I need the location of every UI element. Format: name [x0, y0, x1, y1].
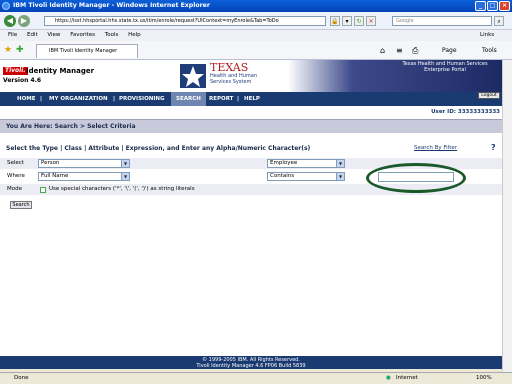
- search-by-filter-link[interactable]: Search By Filter: [414, 145, 457, 151]
- browser-tab[interactable]: IBM Tivoli Identity Manager: [36, 44, 138, 58]
- user-id: User ID: 33333333333: [431, 109, 500, 115]
- page-footer: © 1999-2005 IBM. All Rights Reserved. Ti…: [0, 356, 502, 369]
- chevron-down-icon[interactable]: ▼: [336, 160, 344, 167]
- nav-report[interactable]: REPORT: [204, 92, 238, 106]
- attribute-select[interactable]: Full Name ▼: [38, 172, 130, 181]
- highlight-oval: [366, 163, 466, 193]
- nav-provisioning[interactable]: PROVISIONING: [114, 92, 170, 106]
- menu-file[interactable]: File: [8, 32, 17, 38]
- build-info: Tivoli Identity Manager 4.6 FP06 Build 5…: [196, 363, 306, 369]
- search-icon[interactable]: ⌕: [494, 16, 504, 26]
- chevron-down-icon[interactable]: ▼: [121, 160, 129, 167]
- menu-tools[interactable]: Tools: [105, 32, 119, 38]
- refresh-icon[interactable]: ↻: [354, 16, 364, 26]
- dropdown-icon[interactable]: ▾: [342, 16, 352, 26]
- add-favorite-icon[interactable]: ✚: [16, 45, 24, 55]
- type-select[interactable]: Person ▼: [38, 159, 130, 168]
- nav-my-organization[interactable]: MY ORGANIZATION: [44, 92, 113, 106]
- type-value: Person: [41, 160, 60, 166]
- window-titlebar: IBM Tivoli Identity Manager - Windows In…: [0, 0, 512, 12]
- agency-line3: Services System: [210, 79, 252, 85]
- class-select[interactable]: Employee ▼: [267, 159, 345, 168]
- favorites-star-icon[interactable]: ★: [4, 45, 12, 55]
- agency-line1: TEXAS: [210, 61, 249, 74]
- expression-select[interactable]: Contains ▼: [267, 172, 345, 181]
- search-button[interactable]: Search: [10, 201, 32, 209]
- product-version: Version 4.6: [3, 77, 42, 84]
- status-bar: Done ● Internet 100%: [0, 372, 512, 384]
- attribute-value: Full Name: [41, 173, 69, 179]
- ie-icon: [2, 2, 10, 10]
- select-label: Select: [7, 160, 24, 166]
- address-input[interactable]: https://isst.hhsportal.hhs.state.tx.us/i…: [44, 16, 326, 26]
- tivoli-logo: Tivoli.: [3, 67, 28, 75]
- home-icon[interactable]: ⌂: [380, 46, 385, 55]
- stop-icon[interactable]: ×: [366, 16, 376, 26]
- nav-search[interactable]: SEARCH: [171, 92, 206, 106]
- special-chars-label: Use special characters ('*', '\', '(', '…: [49, 186, 195, 192]
- forward-button[interactable]: ▶: [18, 15, 30, 27]
- mode-label: Mode: [7, 186, 22, 192]
- criteria-heading: Select the Type | Class | Attribute | Ex…: [6, 145, 311, 152]
- menu-favorites[interactable]: Favorites: [70, 32, 95, 38]
- minimize-button[interactable]: _: [475, 1, 486, 11]
- help-icon[interactable]: ?: [491, 143, 499, 152]
- main-nav: HOME | MY ORGANIZATION | PROVISIONING SE…: [0, 92, 502, 106]
- nav-home[interactable]: HOME: [12, 92, 41, 106]
- breadcrumb: You Are Here: Search > Select Criteria: [6, 123, 136, 130]
- portal-line2: Enterprise Portal: [424, 67, 466, 73]
- menu-bar: File Edit View Favorites Tools Help Link…: [0, 30, 512, 41]
- links-label[interactable]: Links: [480, 30, 494, 41]
- print-icon[interactable]: ⎙: [412, 46, 418, 56]
- page-menu[interactable]: Page: [442, 47, 457, 54]
- texas-star-logo: [180, 64, 206, 88]
- chevron-down-icon[interactable]: ▼: [121, 173, 129, 180]
- class-value: Employee: [270, 160, 298, 166]
- zone-label: Internet: [396, 375, 418, 381]
- where-label: Where: [7, 173, 25, 179]
- zoom-level[interactable]: 100%: [476, 373, 492, 384]
- product-name: Identity Manager: [26, 67, 95, 75]
- portal-title: Texas Health and Human Services Enterpri…: [390, 61, 500, 73]
- special-chars-checkbox[interactable]: [40, 187, 46, 193]
- menu-help[interactable]: Help: [128, 32, 141, 38]
- feeds-icon[interactable]: ≡: [396, 46, 403, 55]
- vertical-scrollbar[interactable]: [502, 60, 512, 372]
- agency-logo-text: TEXAS Health and Human Services System: [210, 62, 257, 85]
- expression-value: Contains: [270, 173, 295, 179]
- close-button[interactable]: ×: [499, 1, 510, 11]
- back-button[interactable]: ◀: [4, 15, 16, 27]
- tab-bar: ★ ✚ IBM Tivoli Identity Manager ⌂ ≡ ⎙ Pa…: [0, 41, 512, 60]
- tools-menu[interactable]: Tools: [482, 47, 497, 54]
- globe-icon: ●: [386, 375, 391, 381]
- search-input[interactable]: Google: [392, 16, 492, 26]
- menu-view[interactable]: View: [47, 32, 60, 38]
- chevron-down-icon[interactable]: ▼: [336, 173, 344, 180]
- window-title: IBM Tivoli Identity Manager - Windows In…: [13, 2, 210, 9]
- menu-edit[interactable]: Edit: [27, 32, 38, 38]
- logout-button[interactable]: Logout: [478, 92, 500, 99]
- lock-icon[interactable]: 🔒: [330, 16, 340, 26]
- status-text: Done: [14, 375, 29, 381]
- address-toolbar: ◀ ▶ https://isst.hhsportal.hhs.state.tx.…: [0, 12, 512, 30]
- nav-help[interactable]: HELP: [239, 92, 265, 106]
- maximize-button[interactable]: □: [487, 1, 498, 11]
